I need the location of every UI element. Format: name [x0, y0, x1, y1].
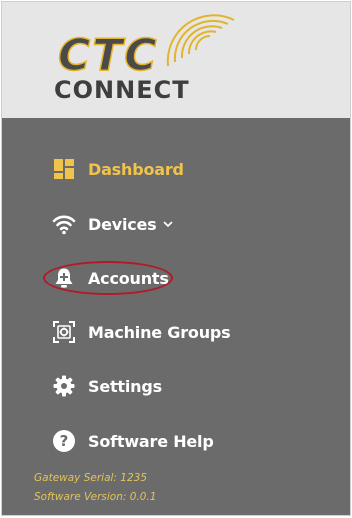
- app-window: CTC CONNECT Dashboard Devices Accounts M…: [1, 1, 351, 516]
- gateway-serial-text: Gateway Serial: 1235: [34, 472, 148, 484]
- nav-item-dashboard[interactable]: Dashboard: [52, 154, 184, 184]
- nav-item-accounts[interactable]: Accounts: [52, 263, 169, 293]
- svg-text:?: ?: [60, 432, 69, 450]
- help-icon: ?: [52, 429, 76, 453]
- nav-label-devices: Devices: [88, 214, 157, 234]
- nav-label-settings: Settings: [88, 376, 162, 396]
- logo-text-connect: CONNECT: [54, 76, 190, 104]
- nav-item-software-help[interactable]: ? Software Help: [52, 426, 214, 456]
- nav-label-dashboard: Dashboard: [88, 159, 184, 179]
- ctc-connect-logo: CTC CONNECT: [54, 14, 235, 104]
- machine-groups-icon: [52, 320, 76, 344]
- nav-label-software-help: Software Help: [88, 431, 214, 451]
- nav-label-accounts: Accounts: [88, 268, 169, 288]
- version-info: Gateway Serial: 1235 Software Version: 0…: [34, 469, 156, 507]
- software-version-text: Software Version: 0.0.1: [34, 491, 157, 503]
- dashboard-icon: [52, 157, 76, 181]
- chevron-down-icon[interactable]: [162, 220, 173, 228]
- account-add-icon: [52, 266, 76, 290]
- logo-text-ctc: CTC: [58, 30, 159, 81]
- logo-area: CTC CONNECT: [2, 2, 350, 118]
- gear-icon: [52, 374, 76, 398]
- nav-item-settings[interactable]: Settings: [52, 371, 162, 401]
- nav-label-machine-groups: Machine Groups: [88, 322, 231, 342]
- nav-item-devices[interactable]: Devices: [52, 209, 173, 239]
- wifi-icon: [52, 212, 76, 236]
- nav-item-machine-groups[interactable]: Machine Groups: [52, 317, 231, 347]
